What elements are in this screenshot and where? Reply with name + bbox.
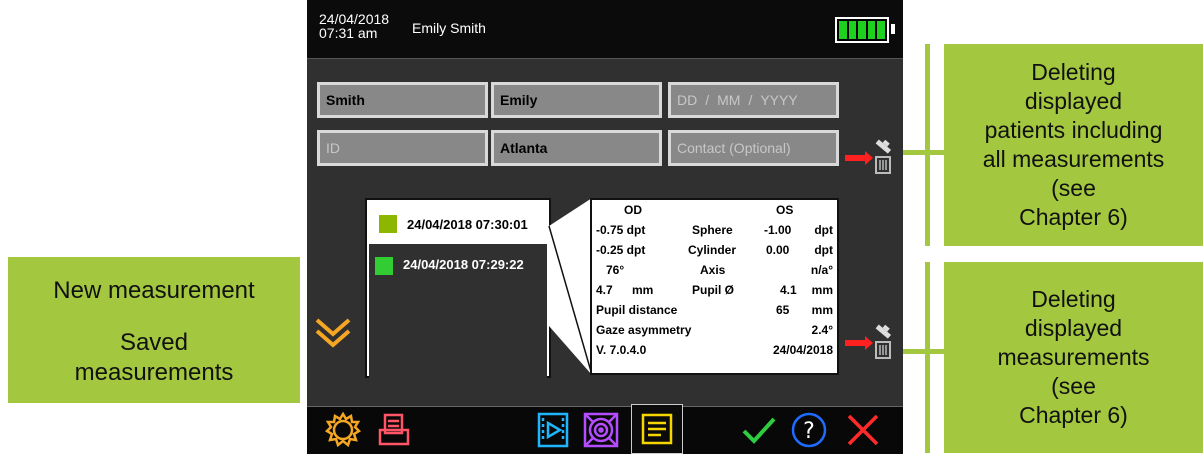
target-button[interactable] [579,409,623,451]
close-icon [847,414,879,446]
od-header: OD [624,203,642,217]
callout-connector [925,44,930,246]
callout-delete-measurements: Deleting displayed measurements (see Cha… [944,262,1203,453]
status-bar: 24/04/2018 07:31 am Emily Smith [307,0,903,59]
patient-name: Emily Smith [412,20,486,36]
measurement-marker [375,257,393,275]
settings-icon [324,411,362,448]
help-icon: ? [791,412,827,448]
battery-tip [891,24,895,34]
city-field[interactable]: Atlanta [491,130,662,166]
print-button[interactable] [372,409,416,451]
version-text: V. 7.0.4.0 [596,343,647,357]
battery-icon [835,17,889,43]
patient-panel: Smith Emily DD / MM / YYYY ID Atlanta Cont… [307,59,903,406]
measurement-marker [379,215,397,233]
time-text: 07:31 am [319,25,378,41]
confirm-button[interactable] [737,409,781,451]
detail-pointer [548,198,593,375]
delete-patient-trash-icon[interactable] [843,129,893,179]
target-icon [583,412,619,448]
measurement-saved[interactable]: 24/04/2018 07:29:22 [369,244,547,389]
checkmark-icon [742,417,776,444]
date-of-birth-field[interactable]: DD / MM / YYYY [668,82,839,118]
measurement-label: 24/04/2018 07:29:22 [403,257,524,272]
delete-measurement-trash-icon[interactable] [843,314,893,364]
os-header: OS [776,203,794,217]
report-button[interactable] [631,404,683,454]
measurement-new[interactable]: 24/04/2018 07:30:01 [367,208,549,240]
last-name-field[interactable]: Smith [317,82,488,118]
date-text: 24/04/2018 [319,11,390,27]
bottom-toolbar: ? [307,404,903,454]
callout-saved-measurements: Saved measurements [8,312,300,403]
help-button[interactable]: ? [787,409,831,451]
chevron-down-icon[interactable] [313,316,353,350]
details-date: 24/04/2018 [772,343,833,357]
device-screen: 24/04/2018 07:31 am Emily Smith Smith Em… [307,0,903,454]
settings-button[interactable] [321,409,365,451]
svg-text:?: ? [803,419,815,444]
callout-delete-patients: Deleting displayed patients including al… [944,44,1203,246]
datetime: 24/04/2018 07:31 am [319,12,389,40]
report-icon [641,413,673,445]
video-button[interactable] [531,409,575,451]
id-field[interactable]: ID [317,130,488,166]
print-icon [378,413,410,446]
contact-field[interactable]: Contact (Optional) [668,130,839,166]
measurement-details: OD OS -0.75 dpt Sphere -1.00 dpt -0.25 d… [590,198,839,375]
cancel-button[interactable] [841,409,885,451]
measurement-label: 24/04/2018 07:30:01 [407,216,528,232]
callout-connector [925,262,930,453]
video-icon [537,412,569,448]
measurement-list: 24/04/2018 07:30:01 24/04/2018 07:29:22 [365,198,551,389]
first-name-field[interactable]: Emily [491,82,662,118]
